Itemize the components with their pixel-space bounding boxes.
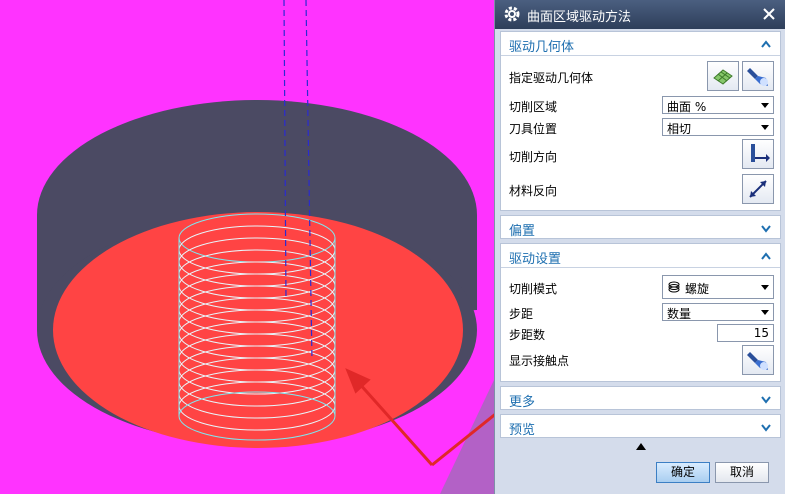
group-title: 驱动几何体: [509, 40, 575, 55]
display-geometry-button[interactable]: [742, 61, 774, 91]
stepover-label: 步距: [509, 307, 534, 321]
show-contact-label: 显示接触点: [509, 354, 570, 368]
drive-settings-group: 驱动设置 切削模式 螺旋 步距 数量 步距数 15 显示接触点: [500, 243, 781, 382]
cut-pattern-value: 螺旋: [685, 282, 710, 296]
tool-position-label: 刀具位置: [509, 122, 558, 136]
stepover-count-value: 15: [753, 326, 769, 340]
chevron-up-icon[interactable]: [760, 250, 772, 262]
offset-group: 偏置: [500, 215, 781, 239]
group-title: 偏置: [509, 224, 536, 239]
stepover-count-label: 步距数: [509, 328, 546, 342]
ok-button[interactable]: 确定: [656, 462, 710, 483]
specify-drive-geometry-label: 指定驱动几何体: [509, 71, 594, 85]
group-title: 更多: [509, 395, 536, 410]
chevron-down-icon[interactable]: [760, 421, 772, 433]
drive-geometry-group: 驱动几何体 指定驱动几何体 切削区域 曲面 % 刀具位置 相切 切削方向 材料反…: [500, 31, 781, 211]
group-title: 驱动设置: [509, 252, 562, 267]
spiral-pattern-icon: [668, 281, 680, 293]
more-group: 更多: [500, 386, 781, 410]
more-header[interactable]: 更多: [501, 387, 780, 411]
material-reverse-label: 材料反向: [509, 184, 558, 198]
cut-direction-icon: [751, 144, 770, 162]
gear-icon[interactable]: [503, 5, 521, 23]
chevron-down-icon[interactable]: [760, 222, 772, 234]
chevron-down-icon[interactable]: [760, 393, 772, 405]
preview-header[interactable]: 预览: [501, 415, 780, 439]
material-reverse-icon: [749, 180, 767, 198]
cut-pattern-select[interactable]: 螺旋: [662, 275, 774, 299]
close-icon[interactable]: [760, 5, 778, 23]
flashlight-icon: [747, 352, 768, 370]
preview-group: 预览: [500, 414, 781, 438]
triangle-up-icon: [636, 443, 646, 450]
select-surface-button[interactable]: [707, 61, 739, 91]
cut-direction-label: 切削方向: [509, 150, 558, 164]
collapse-toggle[interactable]: [500, 440, 781, 454]
dialog-title: 曲面区域驱动方法: [527, 10, 632, 25]
drive-settings-header[interactable]: 驱动设置: [501, 244, 780, 268]
group-title: 预览: [509, 423, 536, 438]
cut-direction-button[interactable]: [742, 139, 774, 169]
cut-area-label: 切削区域: [509, 100, 558, 114]
offset-header[interactable]: 偏置: [501, 216, 780, 240]
dropdown-arrow-icon: [761, 285, 769, 290]
tool-position-select[interactable]: 相切: [662, 118, 774, 136]
cut-area-select[interactable]: 曲面 %: [662, 96, 774, 114]
tool-position-value: 相切: [667, 122, 692, 136]
dropdown-arrow-icon: [761, 125, 769, 130]
drive-geometry-header[interactable]: 驱动几何体: [501, 32, 780, 56]
cancel-button[interactable]: 取消: [715, 462, 769, 483]
dialog-titlebar: 曲面区域驱动方法: [495, 0, 785, 29]
chevron-up-icon[interactable]: [760, 38, 772, 50]
stepover-count-input[interactable]: 15: [717, 324, 774, 342]
cut-area-value: 曲面 %: [667, 100, 707, 114]
flashlight-icon: [747, 68, 768, 86]
surface-area-drive-dialog: 曲面区域驱动方法 驱动几何体 指定驱动几何体 切削区域 曲面 % 刀具位置 相切…: [494, 0, 785, 494]
surface-select-icon: [713, 69, 733, 85]
pocket-floor: [53, 212, 463, 448]
dropdown-arrow-icon: [761, 103, 769, 108]
show-contact-button[interactable]: [742, 345, 774, 375]
material-reverse-button[interactable]: [742, 174, 774, 204]
cut-pattern-label: 切削模式: [509, 282, 558, 296]
stepover-select[interactable]: 数量: [662, 303, 774, 321]
dropdown-arrow-icon: [761, 310, 769, 315]
stepover-value: 数量: [667, 307, 692, 321]
